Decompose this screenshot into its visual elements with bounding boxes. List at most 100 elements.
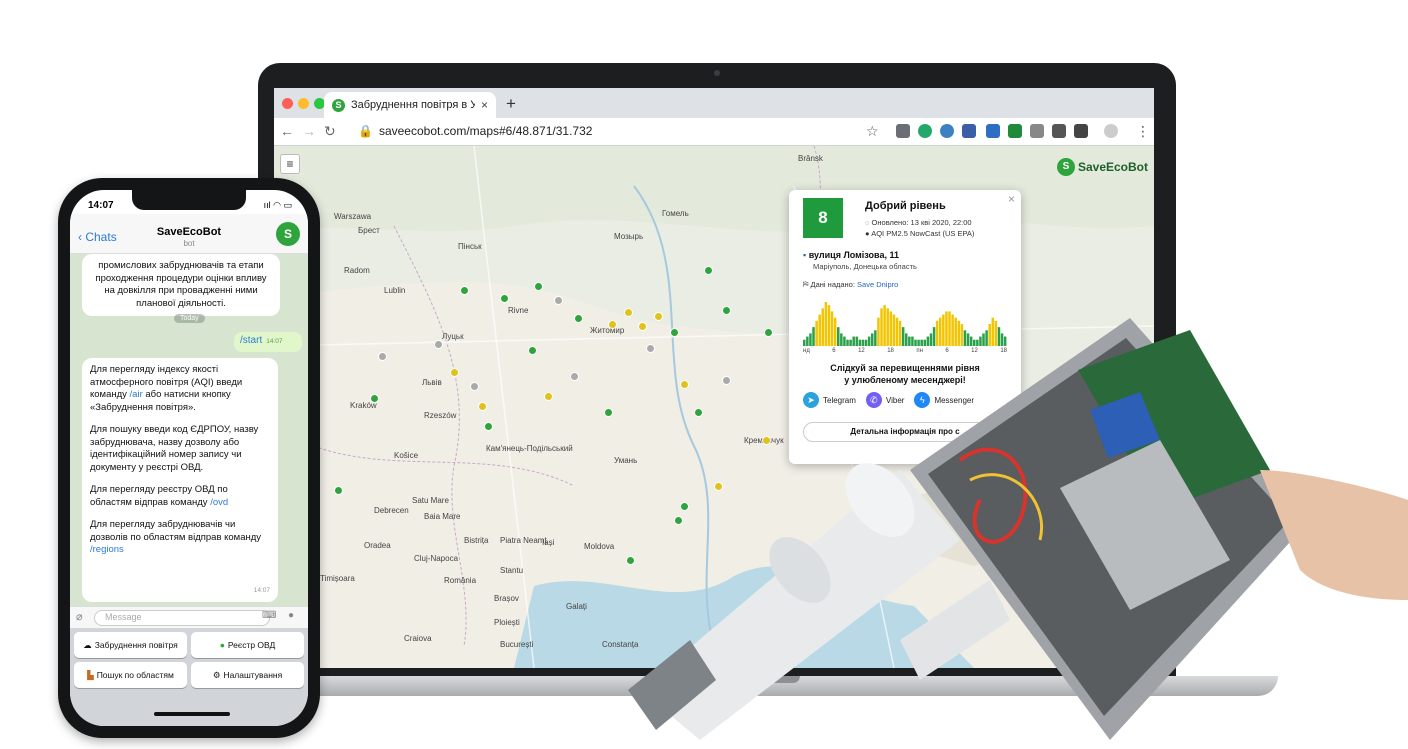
globe-icon: ●	[219, 640, 225, 650]
city-label: Луцьк	[442, 332, 464, 341]
forward-arrow-icon[interactable]: →	[302, 123, 316, 139]
more-menu-icon[interactable]: ⋮	[1136, 123, 1150, 140]
history-bar	[889, 311, 893, 346]
extension-icon[interactable]	[962, 124, 976, 138]
bookmark-star-icon[interactable]: ☆	[866, 123, 879, 140]
map-marker[interactable]	[608, 320, 617, 329]
map-marker[interactable]	[570, 372, 579, 381]
map-marker[interactable]	[762, 436, 771, 445]
keyboard-icon[interactable]: ⌨	[262, 610, 276, 621]
map-marker[interactable]	[670, 328, 679, 337]
history-bar	[852, 336, 855, 346]
ovd-command-link[interactable]: /ovd	[210, 497, 228, 508]
map-marker[interactable]	[544, 392, 553, 401]
map-marker[interactable]	[500, 294, 509, 303]
map-marker[interactable]	[624, 308, 633, 317]
microphone-icon[interactable]: ●	[288, 610, 294, 621]
map-marker[interactable]	[534, 282, 543, 291]
history-bar	[994, 320, 998, 346]
data-provider-link[interactable]: Save Dnipro	[857, 280, 898, 289]
axis-label: пн	[916, 348, 923, 354]
map-marker[interactable]	[680, 502, 689, 511]
map-marker[interactable]	[460, 286, 469, 295]
map-marker[interactable]	[674, 516, 683, 525]
map-marker[interactable]	[528, 346, 537, 355]
history-bar	[948, 311, 951, 346]
close-window-button[interactable]	[282, 98, 293, 109]
profile-avatar-icon[interactable]	[1104, 124, 1118, 138]
map-marker[interactable]	[574, 314, 583, 323]
telegram-link[interactable]: ➤ Telegram	[803, 392, 856, 408]
map-marker[interactable]	[654, 312, 663, 321]
history-bar	[877, 317, 880, 346]
extension-icon[interactable]	[1052, 124, 1066, 138]
bot-avatar[interactable]: S	[276, 222, 300, 246]
extension-icon[interactable]	[986, 124, 1000, 138]
city-label: Cluj-Napoca	[414, 554, 459, 563]
map-marker[interactable]	[626, 556, 635, 565]
url-field[interactable]: 🔒 saveecobot.com/maps#6/48.871/31.732	[358, 124, 592, 138]
new-tab-button[interactable]: +	[506, 94, 516, 114]
laptop-notch	[650, 676, 800, 683]
pollution-button[interactable]: ☁ Забруднення повітря	[74, 632, 187, 658]
map-menu-button[interactable]: ≡	[280, 154, 300, 174]
map-marker[interactable]	[334, 486, 343, 495]
map-marker[interactable]	[680, 380, 689, 389]
air-command-link[interactable]: /air	[130, 389, 143, 400]
outgoing-message: /start 14:07	[234, 332, 302, 352]
map-marker[interactable]	[722, 376, 731, 385]
extension-icon[interactable]	[896, 124, 910, 138]
extension-icon[interactable]	[940, 124, 954, 138]
history-bar	[1000, 333, 1004, 346]
map-marker[interactable]	[714, 482, 723, 491]
saveecobot-logo: S SaveEcoBot	[1056, 158, 1148, 176]
city-label: Baia Mare	[424, 512, 461, 521]
air-quality-map[interactable]: ≡ S SaveEcoBot Warszawa Radom Lublin Kra…	[274, 146, 1154, 668]
history-bar	[867, 336, 871, 346]
extension-icon[interactable]	[918, 124, 932, 138]
details-button[interactable]: Детальна інформація про с	[803, 422, 1007, 442]
map-marker[interactable]	[646, 344, 655, 353]
map-marker[interactable]	[554, 296, 563, 305]
history-bar	[951, 314, 954, 346]
map-marker[interactable]	[704, 266, 713, 275]
extension-icon[interactable]	[1074, 124, 1088, 138]
map-marker[interactable]	[764, 328, 773, 337]
browser-tab[interactable]: S Забруднення повітря в Украї ×	[324, 92, 496, 118]
map-marker[interactable]	[470, 382, 479, 391]
city-label: Ploiești	[494, 618, 520, 627]
regions-command-link[interactable]: /regions	[90, 544, 124, 555]
map-marker[interactable]	[638, 322, 647, 331]
camera-extension-icon[interactable]	[1030, 124, 1044, 138]
settings-button[interactable]: ⚙ Налаштування	[191, 662, 304, 688]
history-bar	[901, 327, 905, 346]
map-marker[interactable]	[378, 352, 387, 361]
reload-icon[interactable]: ↻	[324, 123, 336, 140]
minimize-window-button[interactable]	[298, 98, 309, 109]
map-marker[interactable]	[694, 408, 703, 417]
start-command[interactable]: /start	[240, 335, 262, 346]
close-tab-icon[interactable]: ×	[481, 98, 488, 112]
region-search-button[interactable]: ▙ Пошук по областям	[74, 662, 187, 688]
home-indicator	[154, 712, 230, 716]
map-marker[interactable]	[604, 408, 613, 417]
history-bar	[812, 327, 815, 346]
back-arrow-icon[interactable]: ←	[280, 123, 294, 139]
message-input[interactable]: Message	[94, 610, 270, 626]
map-marker[interactable]	[450, 368, 459, 377]
history-bar	[960, 324, 964, 346]
map-marker[interactable]	[370, 394, 379, 403]
message-text: промислових забруднювачів та етапи прохо…	[95, 260, 267, 309]
map-marker[interactable]	[484, 422, 493, 431]
messenger-link[interactable]: ϟ Messenger	[914, 392, 974, 408]
ovd-registry-button[interactable]: ● Реєстр ОВД	[191, 632, 304, 658]
status-time: 14:07	[88, 200, 114, 211]
map-marker[interactable]	[434, 340, 443, 349]
map-marker[interactable]	[722, 306, 731, 315]
attach-clip-icon[interactable]: ⌀	[76, 610, 83, 623]
map-marker[interactable]	[478, 402, 487, 411]
popup-close-icon[interactable]: ×	[1008, 192, 1015, 206]
viber-link[interactable]: ✆ Viber	[865, 392, 904, 408]
message-time: 14:07	[253, 586, 270, 594]
extension-icon[interactable]	[1008, 124, 1022, 138]
